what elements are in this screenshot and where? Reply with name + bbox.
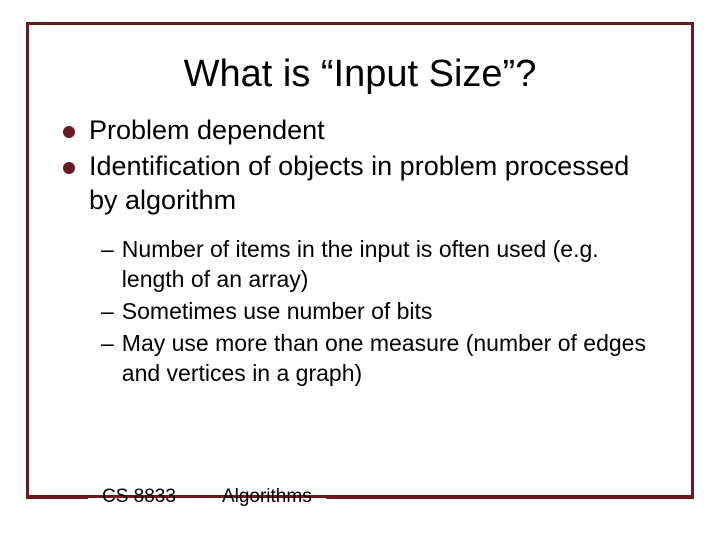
footer-course-label: CS 8833 <box>88 486 186 508</box>
bullet-item: Problem dependent <box>63 114 657 148</box>
sub-bullet-item: – Number of items in the input is often … <box>101 235 657 295</box>
slide-frame: What is “Input Size”? Problem dependent … <box>26 22 694 498</box>
slide-title: What is “Input Size”? <box>29 53 691 96</box>
bullet-text: Problem dependent <box>89 114 325 148</box>
sub-bullet-list: – Number of items in the input is often … <box>63 235 657 388</box>
sub-bullet-text: Sometimes use number of bits <box>122 297 433 327</box>
sub-bullet-text: Number of items in the input is often us… <box>122 235 657 295</box>
bullet-icon <box>63 126 75 138</box>
sub-bullet-item: – May use more than one measure (number … <box>101 329 657 389</box>
footer-rule-left <box>26 496 88 499</box>
slide-footer: CS 8833 Algorithms <box>0 487 720 507</box>
sub-bullet-text: May use more than one measure (number of… <box>122 329 657 389</box>
dash-icon: – <box>101 329 114 359</box>
dash-icon: – <box>101 297 114 327</box>
slide-content: Problem dependent Identification of obje… <box>29 96 691 389</box>
sub-bullet-item: – Sometimes use number of bits <box>101 297 657 327</box>
bullet-icon <box>63 162 75 174</box>
footer-topic-label: Algorithms <box>216 486 326 508</box>
bullet-text: Identification of objects in problem pro… <box>89 150 657 218</box>
footer-rule-right <box>326 496 694 499</box>
dash-icon: – <box>101 235 114 265</box>
bullet-item: Identification of objects in problem pro… <box>63 150 657 218</box>
